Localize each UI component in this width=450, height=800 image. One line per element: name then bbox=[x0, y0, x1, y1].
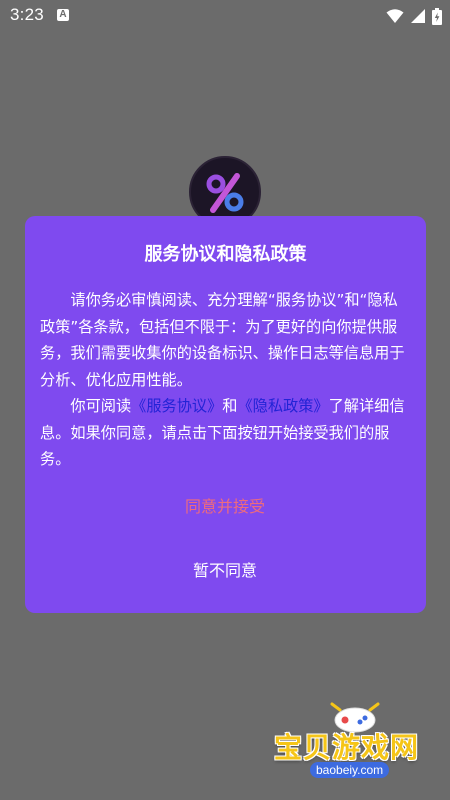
status-time: 3:23 bbox=[10, 5, 44, 24]
battery-icon bbox=[432, 7, 442, 25]
dialog-title: 服务协议和隐私政策 bbox=[144, 244, 307, 265]
notification-badge-icon: A bbox=[57, 9, 69, 21]
dialog-paragraph-terms: 请你务必审慎阅读、充分理解“服务协议”和“隐私政策”各条款，包括但不限于：为了更… bbox=[40, 291, 405, 389]
status-icons bbox=[386, 6, 442, 26]
service-agreement-link[interactable]: 《服务协议》 bbox=[131, 397, 222, 415]
watermark-title: 宝贝游戏网 bbox=[274, 731, 420, 764]
cellular-signal-icon bbox=[410, 8, 426, 24]
paragraph-and: 和 bbox=[222, 397, 238, 415]
privacy-dialog: 服务协议和隐私政策 请你务必审慎阅读、充分理解“服务协议”和“隐私政策”各条款，… bbox=[25, 216, 426, 613]
disagree-button[interactable]: 暂不同意 bbox=[125, 556, 325, 586]
dialog-paragraph-links: 你可阅读《服务协议》和《隐私政策》了解详细信息。如果你同意，请点击下面按钮开始接… bbox=[40, 393, 412, 473]
privacy-policy-link[interactable]: 《隐私政策》 bbox=[237, 397, 328, 415]
watermark-url: baobeiy.com bbox=[310, 762, 390, 778]
agree-button[interactable]: 同意并接受 bbox=[125, 492, 325, 522]
status-bar: 3:23 A bbox=[0, 0, 450, 32]
dialog-body: 请你务必审慎阅读、充分理解“服务协议”和“隐私政策”各条款，包括但不限于：为了更… bbox=[40, 287, 412, 473]
paragraph-prefix: 你可阅读 bbox=[70, 397, 132, 415]
watermark: 宝贝游戏网 baobeiy.com bbox=[268, 700, 448, 796]
wifi-icon bbox=[386, 8, 404, 24]
